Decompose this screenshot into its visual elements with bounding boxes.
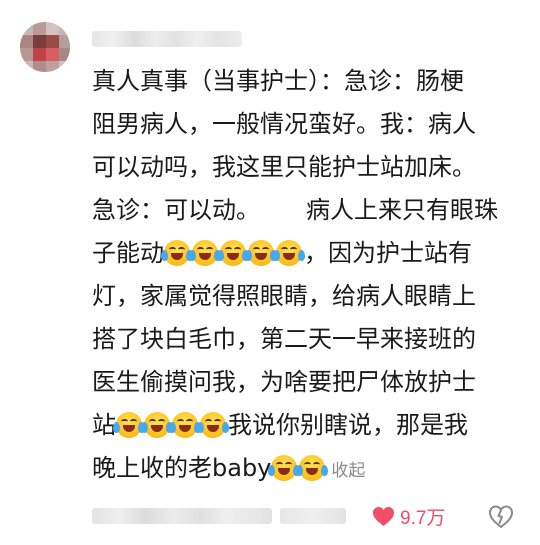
reply-link-redacted[interactable]	[280, 508, 346, 524]
comment-line: 灯，家属觉得照眼睛，给病人眼睛上	[92, 282, 476, 310]
face-with-tears-of-joy-icon	[197, 412, 229, 438]
face-with-tears-of-joy-icon	[217, 240, 249, 266]
comment-line: 真人真事（当事护士）：急诊：肠梗	[92, 67, 464, 95]
face-with-tears-of-joy-icon	[268, 455, 301, 481]
face-with-tears-of-joy-icon	[161, 240, 193, 266]
face-with-tears-of-joy-icon	[113, 412, 145, 438]
face-with-tears-of-joy-icon	[273, 240, 305, 266]
comment-line: 医生偷摸问我，为啥要把尸体放护士	[92, 368, 476, 396]
username-redacted[interactable]	[92, 31, 242, 47]
comment-text: 真人真事（当事护士）：急诊：肠梗 阻男病人，一般情况蛮好。我：病人 可以动吗，我…	[92, 60, 518, 490]
avatar[interactable]	[20, 22, 70, 72]
comment-line: 站我说你别瞎说，那是我	[92, 404, 518, 447]
face-with-tears-of-joy-icon	[296, 455, 329, 481]
comment-segment: ，因为护士站有	[304, 239, 472, 267]
comment-line: 可以动吗，我这里只能护士站加床。	[92, 153, 476, 181]
comment-line: 急诊：可以动。 病人上来只有眼珠	[92, 189, 518, 232]
like-count: 9.7万	[400, 507, 446, 529]
heart-icon[interactable]	[372, 506, 395, 527]
like-button[interactable]: 9.7万	[372, 503, 445, 529]
comment-segment: 我说你别瞎说，那是我	[228, 411, 468, 439]
face-with-tears-of-joy-icon	[141, 412, 173, 438]
face-with-tears-of-joy-icon	[189, 240, 221, 266]
comment-line: 晚上收的老baby 收起	[92, 447, 518, 490]
comment-segment: 子能动	[92, 239, 164, 267]
comment-segment: 晚上收的老baby	[92, 454, 272, 482]
comment-card: 真人真事（当事护士）：急诊：肠梗 阻男病人，一般情况蛮好。我：病人 可以动吗，我…	[0, 0, 540, 545]
face-with-tears-of-joy-icon	[169, 412, 201, 438]
comment-segment: 急诊：可以动。	[92, 196, 260, 224]
comment-meta-redacted	[92, 508, 272, 524]
comment-line: 阻男病人，一般情况蛮好。我：病人	[92, 110, 476, 138]
comment-line: 子能动 ，因为护士站有	[92, 232, 518, 275]
face-with-tears-of-joy-icon	[245, 240, 277, 266]
comment-segment: 病人上来只有眼珠	[306, 196, 498, 224]
comment-line: 搭了块白毛巾，第二天一早来接班的	[92, 325, 476, 353]
collapse-link[interactable]: 收起	[331, 461, 365, 481]
reply-icon[interactable]	[487, 503, 515, 529]
